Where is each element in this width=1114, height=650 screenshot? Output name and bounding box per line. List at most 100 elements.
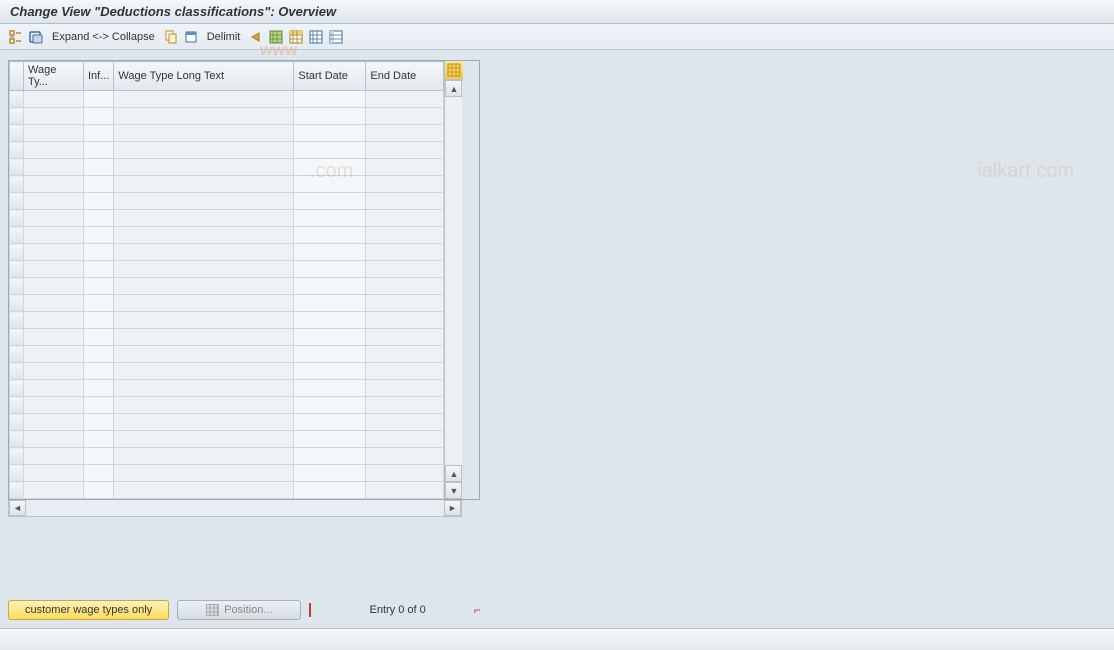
cell-inf[interactable] bbox=[84, 380, 114, 397]
cell-end[interactable] bbox=[366, 380, 444, 397]
toggle-display-icon[interactable] bbox=[8, 29, 24, 45]
cell-start[interactable] bbox=[294, 261, 366, 278]
cell-long[interactable] bbox=[114, 363, 294, 380]
cell-inf[interactable] bbox=[84, 176, 114, 193]
cell-start[interactable] bbox=[294, 193, 366, 210]
cell-long[interactable] bbox=[114, 414, 294, 431]
cell-end[interactable] bbox=[366, 176, 444, 193]
cell-wage[interactable] bbox=[24, 380, 84, 397]
table-row[interactable] bbox=[10, 431, 444, 448]
cell-long[interactable] bbox=[114, 210, 294, 227]
row-selector[interactable] bbox=[10, 227, 24, 244]
scroll-track[interactable] bbox=[445, 97, 462, 465]
cell-inf[interactable] bbox=[84, 193, 114, 210]
cell-wage[interactable] bbox=[24, 159, 84, 176]
cell-long[interactable] bbox=[114, 448, 294, 465]
cell-inf[interactable] bbox=[84, 346, 114, 363]
cell-long[interactable] bbox=[114, 159, 294, 176]
cell-start[interactable] bbox=[294, 108, 366, 125]
row-selector[interactable] bbox=[10, 380, 24, 397]
undo-icon[interactable] bbox=[248, 29, 264, 45]
cell-long[interactable] bbox=[114, 244, 294, 261]
cell-wage[interactable] bbox=[24, 295, 84, 312]
cell-start[interactable] bbox=[294, 397, 366, 414]
table-row[interactable] bbox=[10, 91, 444, 108]
row-selector[interactable] bbox=[10, 142, 24, 159]
cell-long[interactable] bbox=[114, 329, 294, 346]
cell-end[interactable] bbox=[366, 448, 444, 465]
cell-inf[interactable] bbox=[84, 295, 114, 312]
cell-wage[interactable] bbox=[24, 91, 84, 108]
cell-inf[interactable] bbox=[84, 431, 114, 448]
cell-long[interactable] bbox=[114, 91, 294, 108]
cell-end[interactable] bbox=[366, 142, 444, 159]
cell-wage[interactable] bbox=[24, 125, 84, 142]
configure-columns-icon[interactable] bbox=[445, 61, 463, 80]
cell-start[interactable] bbox=[294, 295, 366, 312]
cell-end[interactable] bbox=[366, 125, 444, 142]
cell-end[interactable] bbox=[366, 210, 444, 227]
cell-long[interactable] bbox=[114, 142, 294, 159]
table-row[interactable] bbox=[10, 142, 444, 159]
cell-end[interactable] bbox=[366, 278, 444, 295]
cell-inf[interactable] bbox=[84, 210, 114, 227]
cell-long[interactable] bbox=[114, 261, 294, 278]
cell-start[interactable] bbox=[294, 142, 366, 159]
cell-wage[interactable] bbox=[24, 176, 84, 193]
row-selector[interactable] bbox=[10, 244, 24, 261]
row-selector[interactable] bbox=[10, 91, 24, 108]
cell-end[interactable] bbox=[366, 295, 444, 312]
col-end-date[interactable]: End Date bbox=[366, 62, 444, 91]
cell-wage[interactable] bbox=[24, 278, 84, 295]
cell-inf[interactable] bbox=[84, 227, 114, 244]
cell-wage[interactable] bbox=[24, 329, 84, 346]
cell-long[interactable] bbox=[114, 125, 294, 142]
scroll-up-button[interactable]: ▲ bbox=[445, 80, 462, 97]
scroll-left-button[interactable]: ◄ bbox=[9, 500, 26, 516]
cell-end[interactable] bbox=[366, 312, 444, 329]
table-row[interactable] bbox=[10, 295, 444, 312]
cell-end[interactable] bbox=[366, 193, 444, 210]
table-row[interactable] bbox=[10, 244, 444, 261]
expand-collapse-button[interactable]: Expand <-> Collapse bbox=[48, 31, 159, 43]
cell-inf[interactable] bbox=[84, 108, 114, 125]
cell-start[interactable] bbox=[294, 431, 366, 448]
row-selector[interactable] bbox=[10, 363, 24, 380]
table-row[interactable] bbox=[10, 312, 444, 329]
col-wage-type[interactable]: Wage Ty... bbox=[24, 62, 84, 91]
table-row[interactable] bbox=[10, 108, 444, 125]
cell-long[interactable] bbox=[114, 380, 294, 397]
cell-long[interactable] bbox=[114, 346, 294, 363]
cell-inf[interactable] bbox=[84, 312, 114, 329]
cell-long[interactable] bbox=[114, 176, 294, 193]
row-selector[interactable] bbox=[10, 125, 24, 142]
cell-wage[interactable] bbox=[24, 193, 84, 210]
cell-end[interactable] bbox=[366, 261, 444, 278]
cell-end[interactable] bbox=[366, 244, 444, 261]
position-button[interactable]: Position... bbox=[177, 600, 301, 620]
scroll-down-button[interactable]: ▼ bbox=[445, 482, 462, 499]
cell-wage[interactable] bbox=[24, 346, 84, 363]
cell-long[interactable] bbox=[114, 278, 294, 295]
copy-icon[interactable] bbox=[163, 29, 179, 45]
table-row[interactable] bbox=[10, 448, 444, 465]
row-selector[interactable] bbox=[10, 278, 24, 295]
cell-start[interactable] bbox=[294, 227, 366, 244]
delimit-button[interactable]: Delimit bbox=[203, 31, 245, 43]
other-view-icon[interactable] bbox=[28, 29, 44, 45]
cell-long[interactable] bbox=[114, 108, 294, 125]
row-selector[interactable] bbox=[10, 210, 24, 227]
cell-inf[interactable] bbox=[84, 142, 114, 159]
scroll-down-prev-button[interactable]: ▲ bbox=[445, 465, 462, 482]
cell-inf[interactable] bbox=[84, 159, 114, 176]
cell-end[interactable] bbox=[366, 465, 444, 482]
table-row[interactable] bbox=[10, 363, 444, 380]
cell-long[interactable] bbox=[114, 312, 294, 329]
cell-start[interactable] bbox=[294, 91, 366, 108]
hscroll-track[interactable] bbox=[26, 500, 444, 516]
cell-start[interactable] bbox=[294, 465, 366, 482]
cell-wage[interactable] bbox=[24, 244, 84, 261]
cell-wage[interactable] bbox=[24, 431, 84, 448]
cell-long[interactable] bbox=[114, 465, 294, 482]
cell-end[interactable] bbox=[366, 431, 444, 448]
